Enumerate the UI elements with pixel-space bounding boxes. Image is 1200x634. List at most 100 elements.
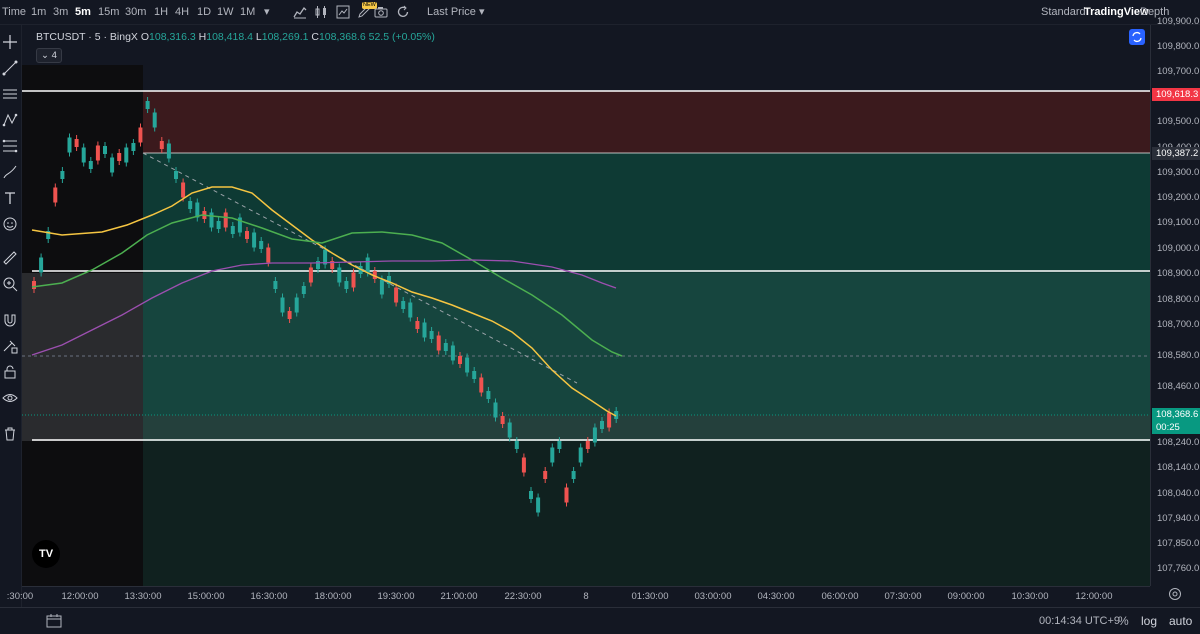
view-tradingview[interactable]: TradingView [1084,0,1149,24]
price-axis[interactable]: 109,900.0109,800.0109,700.0109,600.0109,… [1150,16,1200,586]
price-tick: 109,000.0 [1157,243,1200,254]
price-tick: 108,900.0 [1157,268,1200,279]
price-tick: 108,040.0 [1157,488,1200,499]
candle-body [557,441,562,449]
legend-close: 108,368.6 [318,31,366,43]
time-tick: 06:00:00 [821,591,859,602]
candle-body [443,343,448,351]
zoom-icon[interactable] [1,275,19,293]
candle-body [245,231,249,239]
price-tick: 109,900.0 [1157,16,1200,27]
interval-15m[interactable]: 15m [98,0,119,24]
interval-30m[interactable]: 30m [125,0,146,24]
log-toggle[interactable]: log [1141,614,1157,628]
indicator-count: 4 [51,50,57,61]
time-tick: 03:00:00 [694,591,732,602]
horizontal-lines-icon[interactable] [1,85,19,103]
legend-symbol[interactable]: BTCUSDT · 5 · BingX [36,31,138,43]
interval-1m-month[interactable]: 1M [240,0,255,24]
tradingview-logo[interactable]: TV [32,540,60,568]
drawing-toolbar [0,25,22,610]
chart-legend: BTCUSDT · 5 · BingX O108,316.3 H108,418.… [36,31,435,43]
candle-body [394,287,399,303]
interval-1h[interactable]: 1H [154,0,168,24]
interval-4h[interactable]: 4H [175,0,189,24]
lock-drawing-icon[interactable] [1,337,19,355]
candle-body [39,257,44,273]
chart-pane[interactable]: BTCUSDT · 5 · BingX O108,316.3 H108,418.… [22,25,1150,586]
time-tick: 15:00:00 [187,591,225,602]
chart-canvas[interactable] [22,25,1150,586]
candle-body [351,272,356,288]
candle-body [465,357,470,373]
candle-body [32,281,36,289]
fib-icon[interactable] [1,137,19,155]
interval-dropdown-icon[interactable]: ▾ [264,0,270,24]
candle-body [74,139,79,147]
lock-icon[interactable] [1,363,19,381]
candle-body [507,422,512,438]
candle-body [188,201,193,209]
candle-body [571,471,576,479]
trend-line-icon[interactable] [1,59,19,77]
indicators-toggle[interactable]: ⌄ 4 [36,48,62,63]
stop-loss-zone [143,91,1150,153]
magnet-icon[interactable] [1,311,19,329]
trash-icon[interactable] [1,425,19,443]
price-source-select[interactable]: Last Price ▾ [427,0,485,24]
settings-gear-icon[interactable] [1167,586,1183,602]
interval-1m[interactable]: 1m [31,0,46,24]
candle-body [493,402,498,418]
candle-body [472,371,477,379]
chart-type-icon[interactable] [292,4,308,20]
date-range-icon[interactable] [46,614,62,628]
time-tick: 07:30:00 [884,591,922,602]
interval-1w[interactable]: 1W [217,0,234,24]
candle-body [365,257,370,273]
legend-open: 108,316.3 [149,31,196,43]
candle-body [216,221,221,229]
legend-high: 108,418.4 [206,31,253,43]
candle-body [458,356,462,364]
candle-body [152,112,157,128]
candle-body [585,441,590,449]
crosshair-icon[interactable] [1,33,19,51]
candle-body [230,226,235,234]
auto-toggle[interactable]: auto [1169,614,1192,628]
camera-icon[interactable] [373,4,389,20]
interval-5m[interactable]: 5m [75,0,91,24]
eye-icon[interactable] [1,389,19,407]
time-label: Time [2,6,27,18]
brush-icon[interactable] [1,163,19,181]
emoji-icon[interactable] [1,215,19,233]
candle-body [436,335,441,351]
time-tick: 10:30:00 [1011,591,1049,602]
percent-toggle[interactable]: % [1118,614,1129,628]
time-tick: 21:00:00 [440,591,478,602]
history-range-shade [22,273,143,441]
view-standard[interactable]: Standard [1041,0,1086,24]
utc-clock[interactable]: 00:14:34 UTC+9 [1039,615,1120,627]
indicators-icon[interactable] [335,4,351,20]
profit-inner-zone [143,273,1150,415]
candle-body [273,281,278,289]
pattern-icon[interactable] [1,111,19,129]
interval-1d[interactable]: 1D [197,0,211,24]
candle-body [578,447,583,463]
candle-body [408,302,413,318]
candle-body [486,391,491,399]
price-tick: 109,800.0 [1157,41,1200,52]
candle-body [450,345,455,361]
candles-icon[interactable] [313,4,329,20]
candle-body [60,171,65,179]
interval-3m[interactable]: 3m [53,0,68,24]
candle-body [600,421,604,429]
ruler-icon[interactable] [1,249,19,267]
time-axis[interactable]: :30:00 12:00:00 13:30:00 15:00:00 16:30:00 18… [7,586,1150,607]
sync-button[interactable] [1129,29,1145,45]
candle-body [81,147,86,163]
candle-body [53,187,58,203]
last-price-tag: 108,368.6 00:25 [1152,408,1200,434]
refresh-icon[interactable] [395,4,411,20]
text-tool-icon[interactable] [1,189,19,207]
